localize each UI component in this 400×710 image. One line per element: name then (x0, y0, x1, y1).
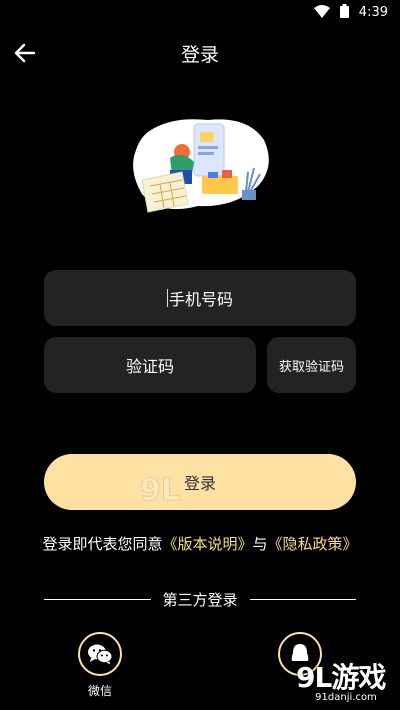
phone-placeholder: 手机号码 (168, 290, 233, 309)
privacy-policy-link[interactable]: 《隐私政策》 (268, 535, 358, 553)
wechat-label: 微信 (87, 684, 112, 698)
status-bar: 4:39 (0, 0, 400, 24)
agreement-prefix: 登录即代表您同意 (42, 535, 163, 553)
wechat-icon (88, 644, 113, 665)
agreement-text: 登录即代表您同意《版本说明》与《隐私政策》 (0, 533, 400, 554)
status-time: 4:39 (358, 5, 388, 20)
verification-code-input[interactable]: 验证码 (44, 337, 256, 393)
battery-icon (339, 3, 349, 22)
wifi-icon (313, 3, 330, 22)
svg-text:9L: 9L (140, 473, 180, 508)
third-party-divider: 第三方登录 (44, 588, 357, 610)
get-code-label: 获取验证码 (278, 359, 344, 375)
phone-input[interactable]: 手机号码 (44, 270, 356, 326)
brand-watermark: 9L游戏 91danji.com (296, 656, 396, 706)
nav-bar: 登录 (0, 30, 400, 74)
divider-line-left (44, 598, 151, 600)
third-party-title: 第三方登录 (162, 590, 238, 609)
version-notes-link[interactable]: 《版本说明》 (162, 535, 252, 553)
divider-line-right (249, 598, 357, 600)
text-cursor (166, 289, 168, 307)
wechat-login-button[interactable] (78, 632, 122, 676)
status-icons: 4:39 (313, 3, 388, 22)
watermark-logo: 9L游戏 (296, 661, 386, 694)
agreement-conjunction: 与 (252, 535, 268, 553)
code-placeholder: 验证码 (125, 357, 174, 376)
login-illustration (130, 112, 275, 220)
watermark-overlay: 9L (140, 468, 240, 512)
page-title: 登录 (180, 44, 219, 66)
get-code-button[interactable]: 获取验证码 (267, 337, 356, 393)
